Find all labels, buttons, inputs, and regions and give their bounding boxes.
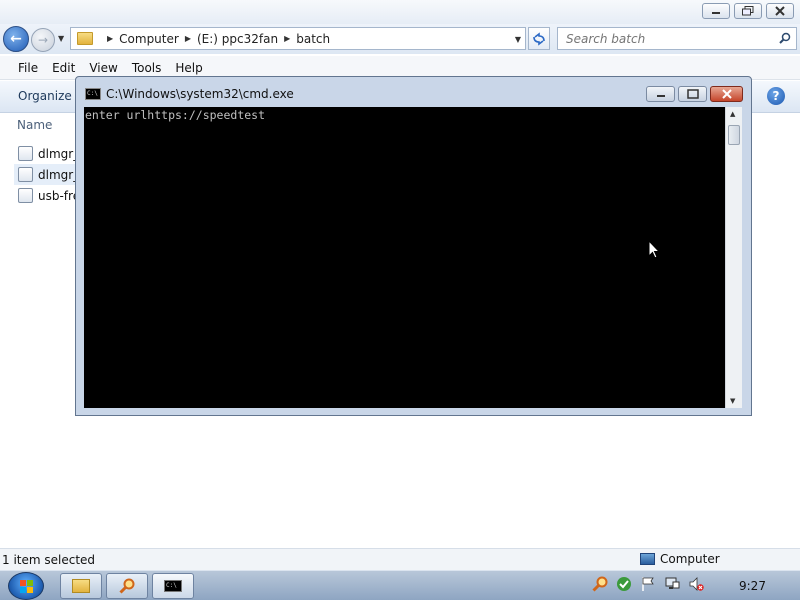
cmd-close-button[interactable] — [710, 86, 743, 102]
breadcrumb-drive[interactable]: (E:) ppc32fan — [197, 32, 278, 46]
volume-muted-icon[interactable] — [688, 576, 704, 592]
taskbar-clock[interactable]: 9:27 — [739, 579, 766, 593]
menu-help[interactable]: Help — [175, 61, 202, 75]
taskbar-search-button[interactable] — [106, 573, 148, 599]
maximize-icon — [686, 89, 699, 99]
network-icon[interactable] — [664, 576, 680, 592]
restore-icon — [742, 6, 754, 16]
cmd-window-buttons — [646, 86, 743, 102]
file-name: dlmgr_ — [38, 146, 80, 161]
folder-icon — [77, 32, 93, 45]
windows-logo-icon — [20, 580, 33, 593]
explorer-window-buttons — [702, 3, 794, 19]
column-header-name[interactable]: Name — [17, 118, 52, 132]
breadcrumb-separator-icon[interactable]: ▶ — [107, 34, 113, 43]
taskbar: C:\ 9:27 — [0, 570, 800, 600]
address-dropdown-icon[interactable]: ▼ — [515, 35, 521, 44]
scroll-up-icon[interactable]: ▲ — [730, 110, 735, 118]
close-icon — [721, 89, 732, 99]
cmd-icon: C:\ — [164, 580, 182, 592]
cmd-minimize-button[interactable] — [646, 86, 675, 102]
help-icon[interactable]: ? — [767, 87, 785, 105]
recent-pages-chevron-icon[interactable]: ▼ — [58, 34, 64, 43]
batch-file-icon — [18, 167, 33, 182]
batch-file-icon — [18, 146, 33, 161]
navigation-bar: ← → ▼ ▶ Computer ▶ (E:) ppc32fan ▶ batch… — [0, 24, 800, 54]
menu-edit[interactable]: Edit — [52, 61, 75, 75]
status-location: Computer — [640, 552, 720, 566]
cmd-window-icon[interactable]: C:\ — [85, 88, 101, 100]
restore-button[interactable] — [734, 3, 762, 19]
breadcrumb-computer[interactable]: Computer — [119, 32, 179, 46]
taskbar-cmd-button[interactable]: C:\ — [152, 573, 194, 599]
breadcrumb-folder[interactable]: batch — [296, 32, 330, 46]
scroll-down-icon[interactable]: ▼ — [730, 397, 735, 405]
search-box[interactable] — [557, 27, 797, 50]
minimize-icon — [712, 12, 720, 14]
action-center-flag-icon[interactable] — [640, 576, 656, 592]
search-input[interactable] — [566, 31, 766, 46]
search-tray-icon[interactable] — [592, 576, 608, 592]
file-name: usb-fre — [38, 188, 81, 203]
start-button[interactable] — [8, 572, 44, 600]
cmd-output-line: enter urlhttps://speedtest — [85, 108, 266, 122]
cmd-maximize-button[interactable] — [678, 86, 707, 102]
minimize-button[interactable] — [702, 3, 730, 19]
magnifier-icon — [119, 578, 135, 594]
status-location-label: Computer — [660, 552, 720, 566]
status-selection-text: 1 item selected — [2, 553, 96, 567]
back-button[interactable]: ← — [3, 26, 29, 52]
menu-tools[interactable]: Tools — [132, 61, 162, 75]
breadcrumb-separator-icon[interactable]: ▶ — [284, 34, 290, 43]
close-button[interactable] — [766, 3, 794, 19]
forward-arrow-icon: → — [37, 33, 49, 47]
address-bar[interactable]: ▶ Computer ▶ (E:) ppc32fan ▶ batch ▼ — [70, 27, 526, 50]
organize-button[interactable]: Organize ▾ — [18, 89, 82, 103]
cmd-window-title: C:\Windows\system32\cmd.exe — [106, 87, 294, 101]
cmd-scrollbar[interactable]: ▲ ▼ — [725, 107, 742, 408]
batch-file-icon — [18, 188, 33, 203]
computer-icon — [640, 553, 655, 565]
cmd-titlebar[interactable]: C:\ C:\Windows\system32\cmd.exe — [76, 77, 751, 107]
status-bar: 1 item selected Computer — [0, 548, 800, 570]
file-name: dlmgr_ — [38, 167, 80, 182]
mouse-pointer-icon — [648, 240, 660, 259]
scroll-thumb[interactable] — [728, 125, 740, 145]
menu-file[interactable]: File — [18, 61, 38, 75]
folder-icon — [72, 579, 90, 593]
minimize-icon — [656, 95, 665, 97]
explorer-titlebar[interactable] — [0, 0, 800, 24]
taskbar-explorer-button[interactable] — [60, 573, 102, 599]
refresh-icon — [533, 31, 545, 46]
search-icon[interactable] — [779, 32, 791, 44]
refresh-button[interactable] — [528, 27, 550, 50]
system-tray — [592, 576, 704, 592]
back-arrow-icon: ← — [10, 31, 22, 47]
forward-button[interactable]: → — [31, 28, 55, 52]
menu-view[interactable]: View — [89, 61, 117, 75]
breadcrumb-separator-icon[interactable]: ▶ — [185, 34, 191, 43]
close-icon — [775, 6, 785, 16]
cmd-console[interactable]: enter urlhttps://speedtest — [84, 107, 725, 408]
security-check-icon[interactable] — [616, 576, 632, 592]
